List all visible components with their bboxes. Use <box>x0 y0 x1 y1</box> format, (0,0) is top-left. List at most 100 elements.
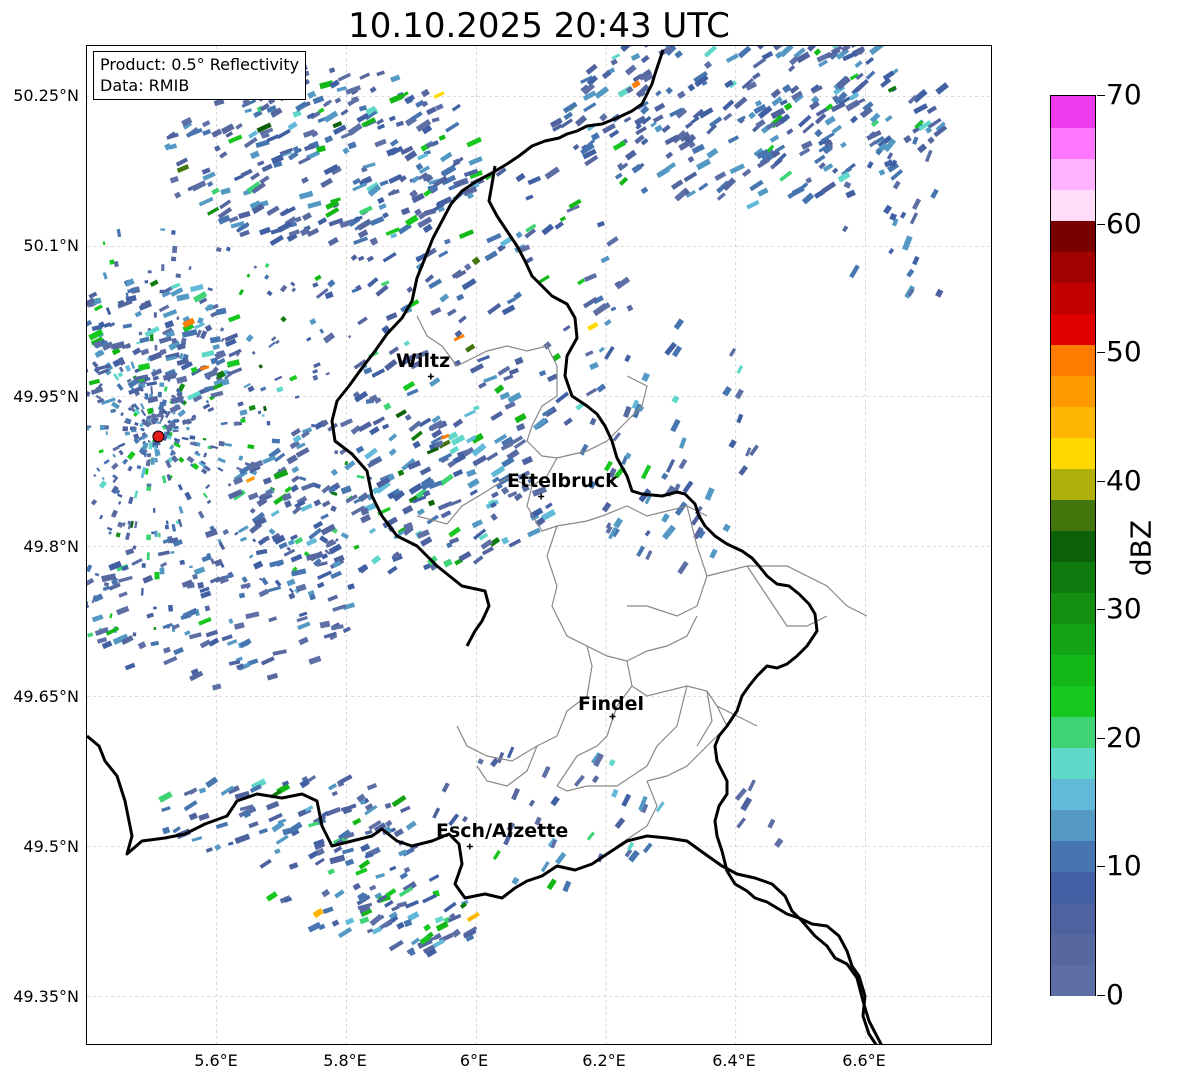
echo-cell <box>722 523 731 533</box>
colorbar-segment <box>1051 809 1095 841</box>
echo-cell <box>419 466 432 476</box>
echo-cell <box>331 790 338 797</box>
echo-cell <box>347 123 363 136</box>
echo-cell <box>307 90 317 99</box>
product-label: Product: 0.5° Reflectivity <box>100 55 300 74</box>
echo-cell <box>168 604 174 612</box>
echo-cell <box>471 519 484 529</box>
echo-cell <box>375 284 389 297</box>
echo-cell <box>352 177 361 186</box>
echo-cell <box>490 757 500 768</box>
echo-cell <box>431 117 440 123</box>
echo-cell <box>268 616 278 623</box>
echo-cell <box>215 821 229 830</box>
echo-cell <box>640 464 652 480</box>
echo-cell <box>206 206 220 216</box>
echo-cell <box>120 412 124 417</box>
echo-cell <box>137 641 147 650</box>
echo-cell <box>142 574 154 584</box>
radar-site-marker[interactable] <box>152 430 165 443</box>
colorbar-segment <box>1051 685 1095 717</box>
echo-cell <box>228 659 241 666</box>
echo-cell <box>888 248 895 255</box>
echo-cell <box>528 799 536 807</box>
echo-cell <box>443 238 451 245</box>
echo-cell <box>132 632 137 637</box>
echo-cell <box>132 347 142 356</box>
echo-cell <box>202 492 208 499</box>
echo-cell <box>424 274 435 284</box>
echo-cell <box>497 365 511 376</box>
echo-cell <box>397 469 405 477</box>
echo-cell <box>159 567 165 575</box>
colorbar-segment <box>1051 654 1095 686</box>
echo-cell <box>197 510 205 519</box>
echo-cell <box>298 476 307 482</box>
echo-cell <box>95 394 102 400</box>
echo-cell <box>118 575 133 583</box>
echo-cell <box>218 440 225 447</box>
echo-cell <box>448 526 461 538</box>
echo-cell <box>88 378 101 386</box>
echo-cell <box>538 274 550 284</box>
echo-cell <box>317 570 333 580</box>
echo-cell <box>290 553 303 563</box>
echo-cell <box>610 306 617 312</box>
echo-cell <box>388 433 398 442</box>
echo-cell <box>371 555 382 565</box>
echo-cell <box>266 420 271 426</box>
radar-map[interactable] <box>86 45 992 1045</box>
colorbar-tick-label: 60 <box>1106 206 1142 240</box>
echo-cell <box>661 513 670 523</box>
echo-cell <box>445 121 460 133</box>
echo-cell <box>235 122 243 130</box>
echo-cell <box>158 532 161 538</box>
echo-cell <box>703 60 713 69</box>
echo-cell <box>118 591 128 598</box>
echo-cell <box>154 530 158 537</box>
echo-cell <box>286 578 296 587</box>
echo-cell <box>298 190 314 200</box>
colorbar-segment <box>1051 344 1095 376</box>
echo-cell <box>624 354 632 363</box>
echo-cell <box>275 834 289 845</box>
echo-cell <box>233 622 245 630</box>
echo-cell <box>257 160 265 167</box>
echo-cell <box>238 288 245 296</box>
echo-cell <box>408 420 422 433</box>
echo-cell <box>330 505 337 512</box>
echo-cell <box>527 175 542 186</box>
echo-cell <box>351 288 358 294</box>
echo-cell <box>590 132 600 141</box>
lon-label: 5.6°E <box>194 1051 238 1070</box>
echo-cell <box>426 106 437 116</box>
echo-cell <box>171 230 176 235</box>
echo-cell <box>478 381 487 389</box>
echo-cell <box>321 888 331 898</box>
echo-cell <box>420 88 430 98</box>
echo-cell <box>117 442 126 448</box>
echo-cell <box>913 103 928 115</box>
echo-cell <box>184 630 191 636</box>
echo-cell <box>703 46 718 58</box>
echo-cell <box>312 907 324 919</box>
echo-cell <box>241 576 248 584</box>
echo-cell <box>312 369 319 374</box>
echo-cell <box>788 64 796 73</box>
echo-cell <box>935 82 949 95</box>
echo-cell <box>410 430 423 442</box>
district-border <box>706 565 868 617</box>
echo-cell <box>116 228 122 238</box>
echo-cell <box>301 482 316 491</box>
echo-cell <box>186 455 195 464</box>
echo-cell <box>515 422 526 432</box>
echo-cell <box>110 509 118 518</box>
echo-cell <box>140 588 144 596</box>
echo-cell <box>149 279 159 287</box>
echo-cell <box>728 347 737 357</box>
colorbar-segment <box>1051 96 1095 128</box>
echo-cell <box>757 46 767 50</box>
echo-cell <box>136 341 141 345</box>
echo-cell <box>209 576 221 584</box>
echo-cell <box>911 198 922 211</box>
